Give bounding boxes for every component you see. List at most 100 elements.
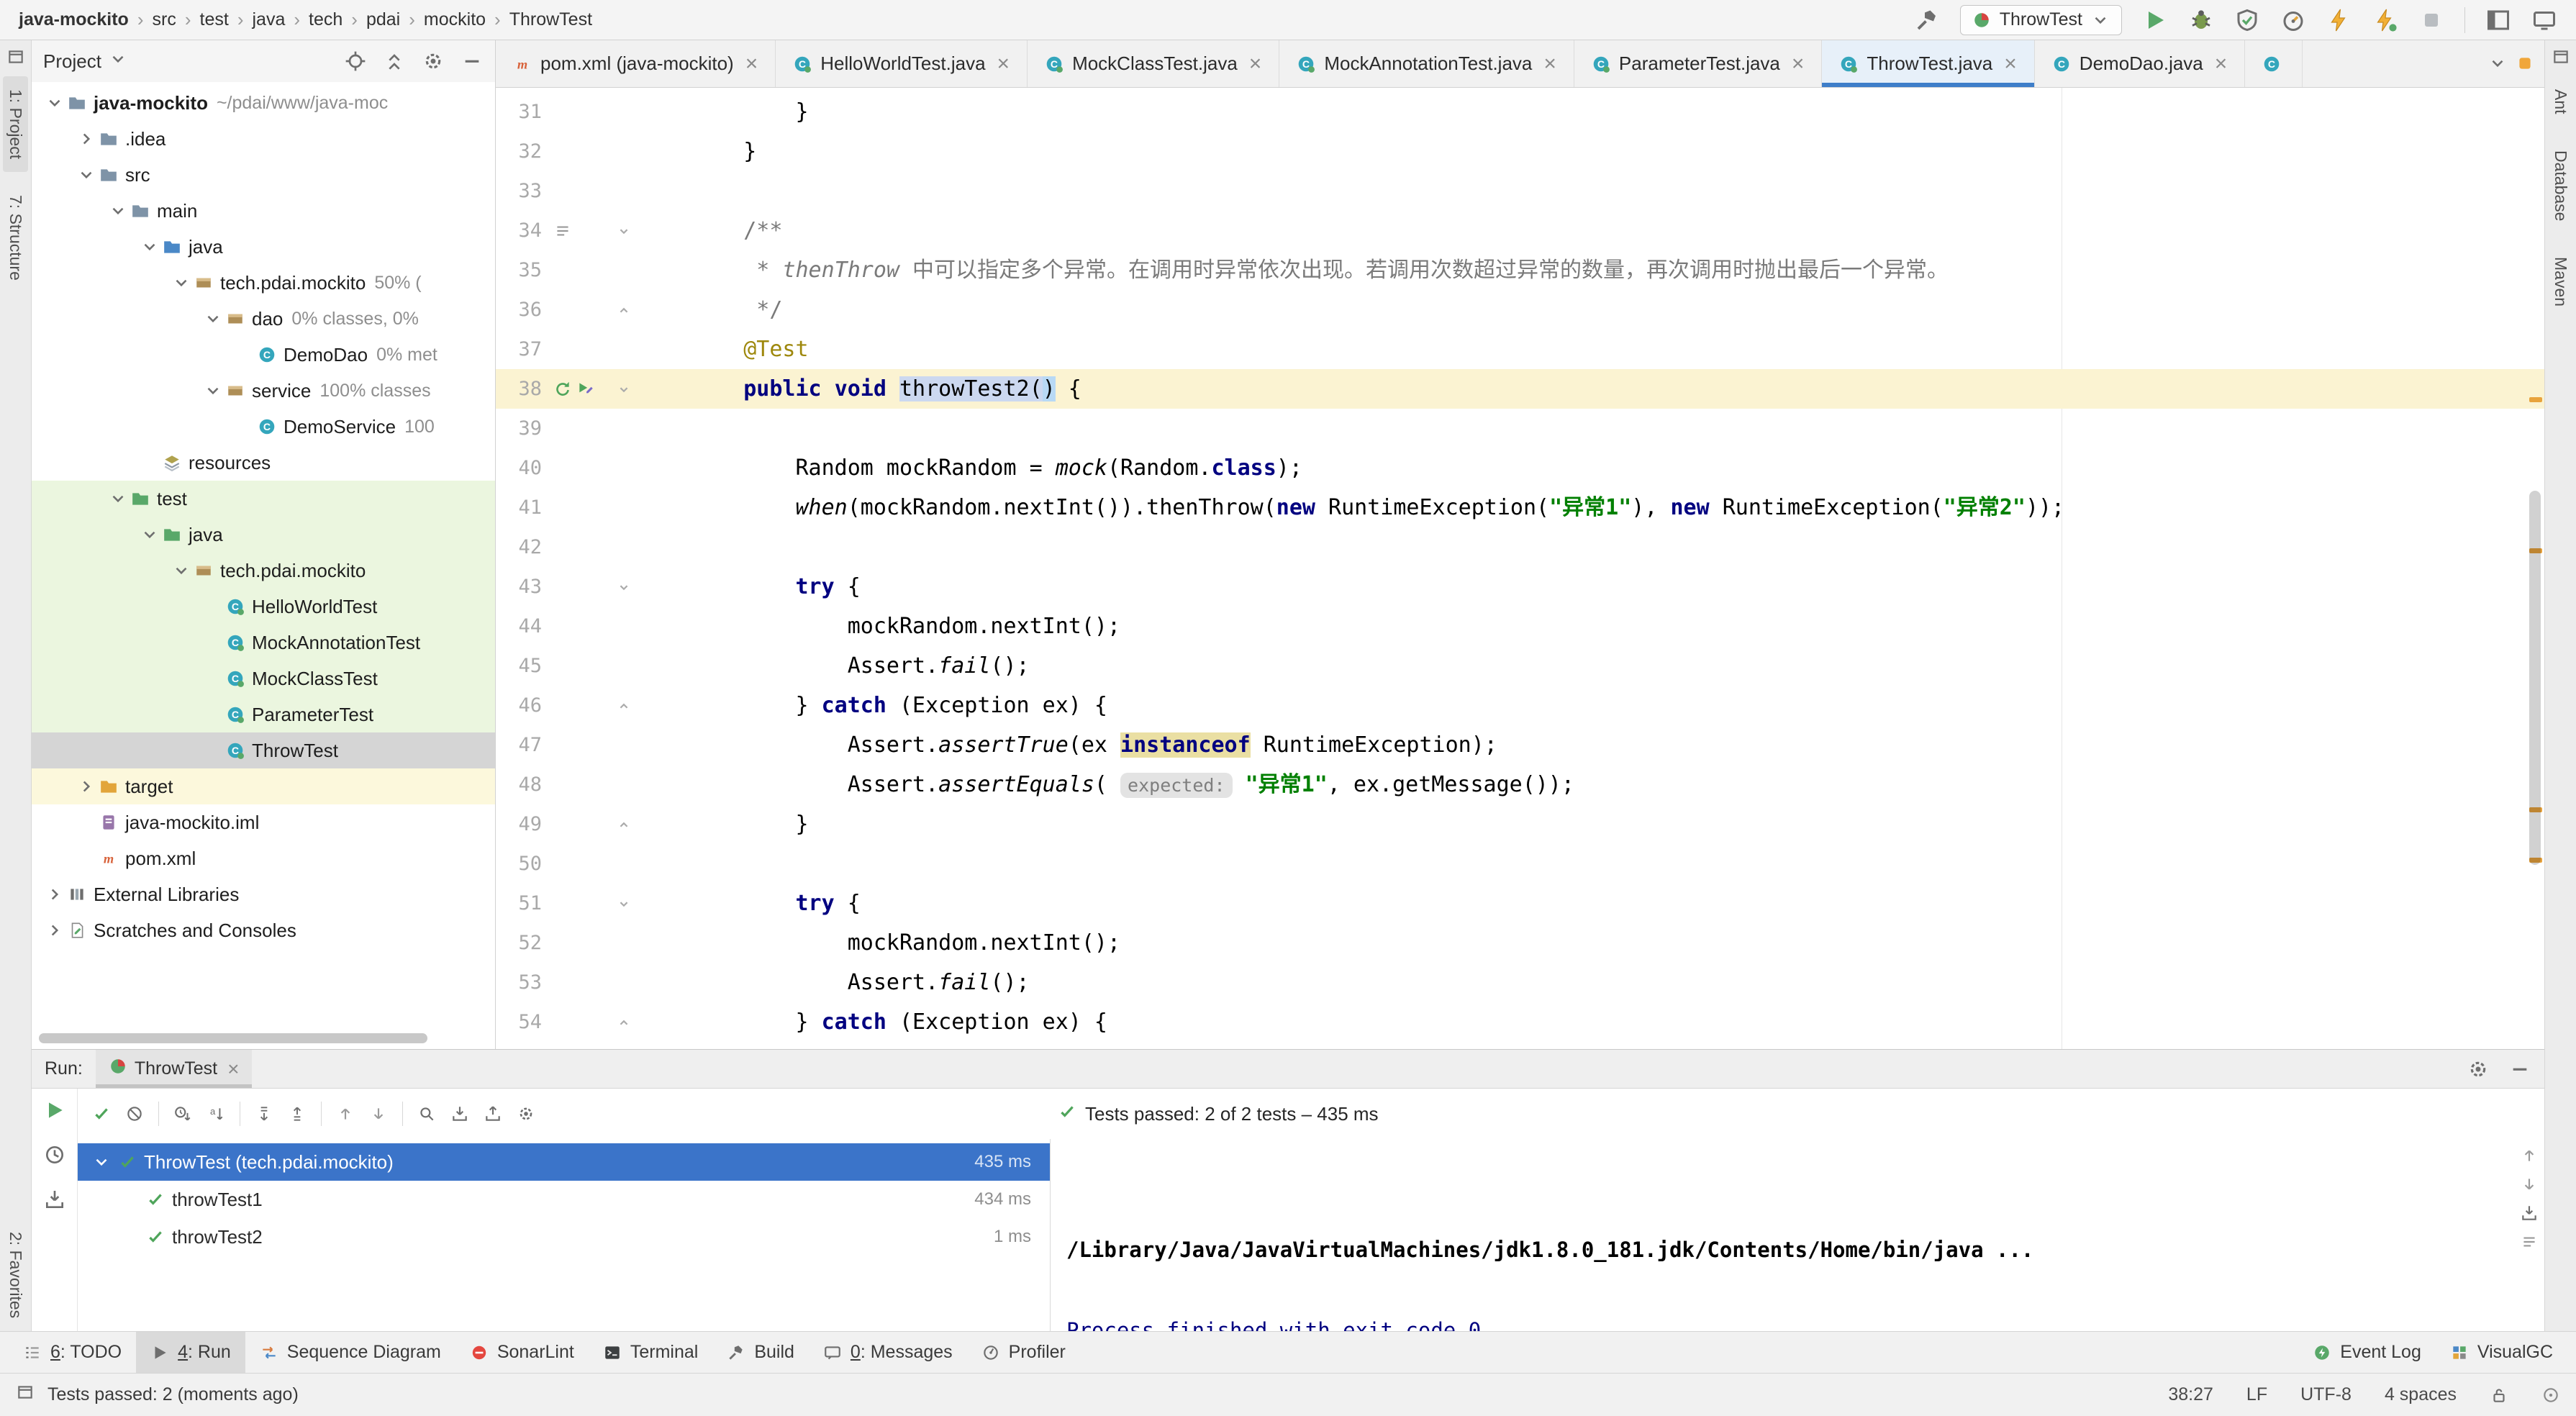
tree-collapsed-arrow[interactable] [73, 777, 99, 796]
project-tree-item[interactable]: main [32, 193, 495, 229]
toolwindow-button-sonarlint[interactable]: SonarLint [455, 1332, 589, 1373]
close-icon[interactable]: × [2004, 53, 2017, 75]
project-tree-item[interactable]: CMockAnnotationTest [32, 625, 495, 661]
profiler-run-icon[interactable] [2280, 7, 2306, 33]
project-tree-item[interactable]: test [32, 481, 495, 517]
file-encoding[interactable]: UTF-8 [2300, 1384, 2351, 1405]
indicator-icon[interactable] [2541, 1386, 2560, 1404]
breadcrumb-item[interactable]: java-mockito [19, 9, 129, 30]
project-tree-item[interactable]: CParameterTest [32, 696, 495, 732]
close-icon[interactable]: × [1792, 53, 1805, 75]
lines-icon[interactable] [553, 222, 572, 240]
toolwindow-button-terminal[interactable]: Terminal [589, 1332, 712, 1373]
chevron-down-icon[interactable] [109, 50, 127, 68]
circle-slash-button[interactable] [118, 1104, 151, 1123]
project-tree-item[interactable]: java [32, 517, 495, 553]
project-tree-item[interactable]: src [32, 157, 495, 193]
export-button[interactable] [476, 1104, 509, 1123]
breadcrumb-item[interactable]: src [153, 9, 176, 30]
tree-expanded-arrow[interactable] [168, 273, 194, 292]
gear-button[interactable] [509, 1104, 543, 1123]
import-icon[interactable] [2520, 1204, 2539, 1222]
stripe-button-1-project[interactable]: 1: Project [3, 76, 28, 172]
tree-expanded-arrow[interactable] [73, 165, 99, 184]
breadcrumb-item[interactable]: tech [309, 9, 343, 30]
sort-duration-button[interactable] [166, 1104, 199, 1123]
tree-expanded-arrow[interactable] [105, 489, 131, 508]
bug-icon[interactable] [2188, 7, 2214, 33]
toolwindow-button-build[interactable]: Build [712, 1332, 809, 1373]
scrollbar-thumb[interactable] [2529, 491, 2541, 865]
indent-size[interactable]: 4 spaces [2385, 1384, 2457, 1405]
project-tree-item[interactable]: mpom.xml [32, 840, 495, 876]
editor-tab[interactable]: CParameterTest.java× [1574, 40, 1823, 87]
toolwindow-button-profiler[interactable]: Profiler [967, 1332, 1080, 1373]
horizontal-scrollbar[interactable] [39, 1033, 427, 1043]
run-test-icon[interactable] [576, 380, 595, 399]
editor-tab[interactable]: C [2245, 40, 2303, 87]
magnifier-button[interactable] [410, 1104, 443, 1123]
project-tree-item[interactable]: CHelloWorldTest [32, 589, 495, 625]
bolt2-icon[interactable] [2372, 7, 2398, 33]
close-icon[interactable]: × [2215, 53, 2228, 75]
minus-icon[interactable] [461, 50, 484, 73]
toolwindow-button-4-run[interactable]: 4: Run [136, 1332, 245, 1373]
editor-tab[interactable]: CMockAnnotationTest.java× [1279, 40, 1574, 87]
run-config-selector[interactable]: ThrowTest [1960, 5, 2122, 35]
rerun-test-icon[interactable] [553, 380, 572, 399]
hammer-icon[interactable] [1914, 7, 1940, 33]
project-tree-item[interactable]: resources [32, 445, 495, 481]
gear-icon[interactable] [2467, 1058, 2490, 1081]
arrow-up-button[interactable] [329, 1104, 362, 1123]
stripe-button-database[interactable]: Database [2548, 137, 2573, 234]
project-tree-item[interactable]: java-mockito~/pdai/www/java-moc [32, 85, 495, 121]
breadcrumb-item[interactable]: ThrowTest [509, 9, 592, 30]
play-green-icon[interactable] [2142, 7, 2168, 33]
import-icon[interactable] [43, 1188, 66, 1211]
tree-expanded-arrow[interactable] [105, 201, 131, 220]
tree-collapsed-arrow[interactable] [42, 921, 68, 940]
history-icon[interactable] [43, 1143, 66, 1166]
window-icon[interactable] [16, 1383, 35, 1402]
fold-marker[interactable] [608, 369, 640, 409]
close-icon[interactable]: × [745, 53, 758, 75]
project-tree-item[interactable]: External Libraries [32, 876, 495, 912]
toolwindow-button-event-log[interactable]: Event Log [2298, 1332, 2436, 1373]
tree-collapsed-arrow[interactable] [42, 885, 68, 904]
line-separator[interactable]: LF [2246, 1384, 2267, 1405]
tree-expanded-arrow[interactable] [200, 381, 226, 400]
project-tree-item[interactable]: service100% classes [32, 373, 495, 409]
tree-expanded-arrow[interactable] [168, 561, 194, 580]
breadcrumb-item[interactable]: mockito [424, 9, 486, 30]
close-icon[interactable]: × [997, 53, 1010, 75]
project-tree-item[interactable]: CDemoService100 [32, 409, 495, 445]
project-tree-item[interactable]: CThrowTest [32, 732, 495, 768]
arrow-up-icon[interactable] [2520, 1146, 2539, 1165]
collapse-all2-button[interactable] [281, 1104, 314, 1123]
project-tree-item[interactable]: Scratches and Consoles [32, 912, 495, 948]
tool-buttons-icon[interactable] [2485, 7, 2511, 33]
stop-disabled-icon[interactable] [2418, 7, 2444, 33]
close-icon[interactable]: × [1249, 53, 1262, 75]
gear-icon[interactable] [422, 50, 445, 73]
toolwindow-button-sequence-diagram[interactable]: Sequence Diagram [245, 1332, 455, 1373]
arrow-down-button[interactable] [362, 1104, 395, 1123]
editor-tab[interactable]: CThrowTest.java× [1822, 40, 2034, 87]
stripe-button-7-structure[interactable]: 7: Structure [3, 182, 28, 294]
minus-icon[interactable] [2508, 1058, 2531, 1081]
expand-all-button[interactable] [248, 1104, 281, 1123]
breadcrumb-item[interactable]: java [252, 9, 285, 30]
monitor-icon[interactable] [2531, 7, 2557, 33]
collapse-all-icon[interactable] [383, 50, 406, 73]
lines-icon[interactable] [2520, 1233, 2539, 1251]
close-icon[interactable]: × [227, 1058, 239, 1081]
test-tree-item[interactable]: throwTest1434 ms [78, 1181, 1050, 1218]
tree-expanded-arrow[interactable] [42, 94, 68, 112]
play-green-icon[interactable] [43, 1099, 66, 1122]
toolwindow-button-visualgc[interactable]: VisualGC [2436, 1332, 2567, 1373]
project-tree-item[interactable]: tech.pdai.mockito [32, 553, 495, 589]
breadcrumb-item[interactable]: test [200, 9, 229, 30]
fold-marker[interactable] [608, 1002, 640, 1042]
tree-expanded-arrow[interactable] [200, 309, 226, 328]
import-button[interactable] [443, 1104, 476, 1123]
